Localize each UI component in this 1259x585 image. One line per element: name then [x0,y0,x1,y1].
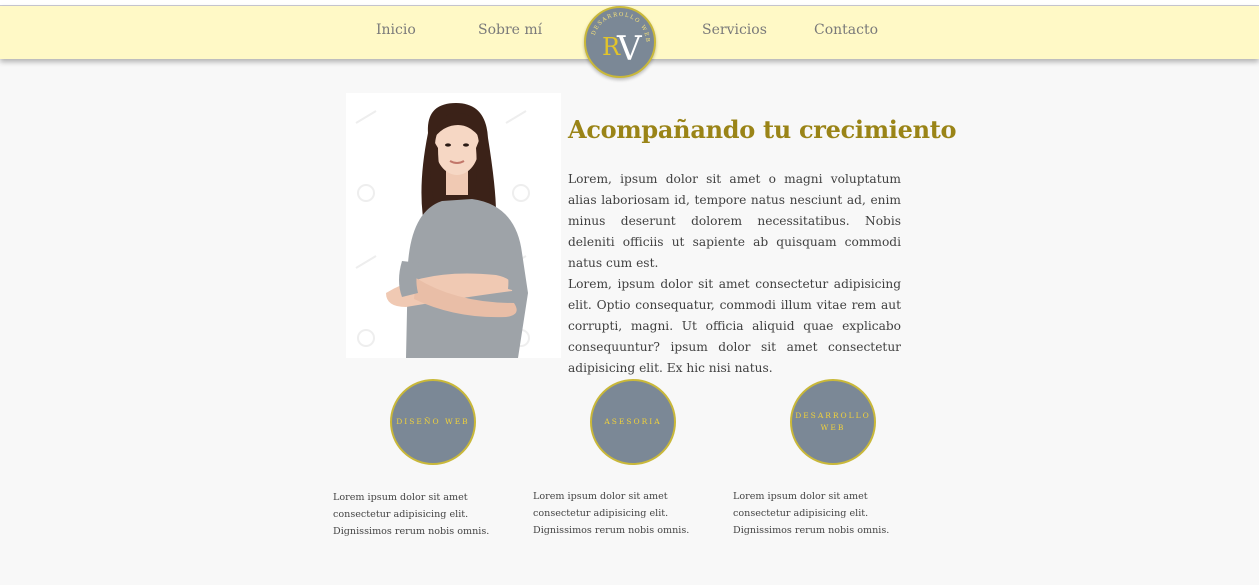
hero-title: Acompañando tu crecimiento [568,115,957,144]
hero-text: Lorem, ipsum dolor sit amet o magni volu… [568,169,901,379]
rv-logo[interactable]: DESARROLLO WEB R V [584,6,656,78]
service-circle-desarrollo-web[interactable]: DESARROLLO WEB [790,379,876,465]
service-label: DESARROLLO WEB [795,411,871,432]
profile-photo [346,93,561,358]
nav-contacto[interactable]: Contacto [814,22,878,38]
nav-sobre-mi[interactable]: Sobre mí [478,22,542,38]
service-circle-diseno-web[interactable]: DISEÑO WEB [390,379,476,465]
hero-paragraph-1: Lorem, ipsum dolor sit amet o magni volu… [568,172,901,270]
service-description: Lorem ipsum dolor sit amet consectetur a… [533,491,690,536]
hero-paragraph-2: Lorem, ipsum dolor sit amet consectetur … [568,277,901,375]
service-description: Lorem ipsum dolor sit amet consectetur a… [333,492,490,537]
nav-servicios[interactable]: Servicios [702,22,767,38]
nav-inicio[interactable]: Inicio [376,22,416,38]
service-label: ASESORIA [604,417,662,426]
logo-letter-v: V [616,29,643,69]
rv-logo-graphic: DESARROLLO WEB R V [591,12,649,69]
woman-portrait-image [346,93,561,358]
service-circle-asesoria[interactable]: ASESORIA [590,379,676,465]
service-description: Lorem ipsum dolor sit amet consectetur a… [733,491,890,536]
service-label: DISEÑO WEB [396,417,470,426]
